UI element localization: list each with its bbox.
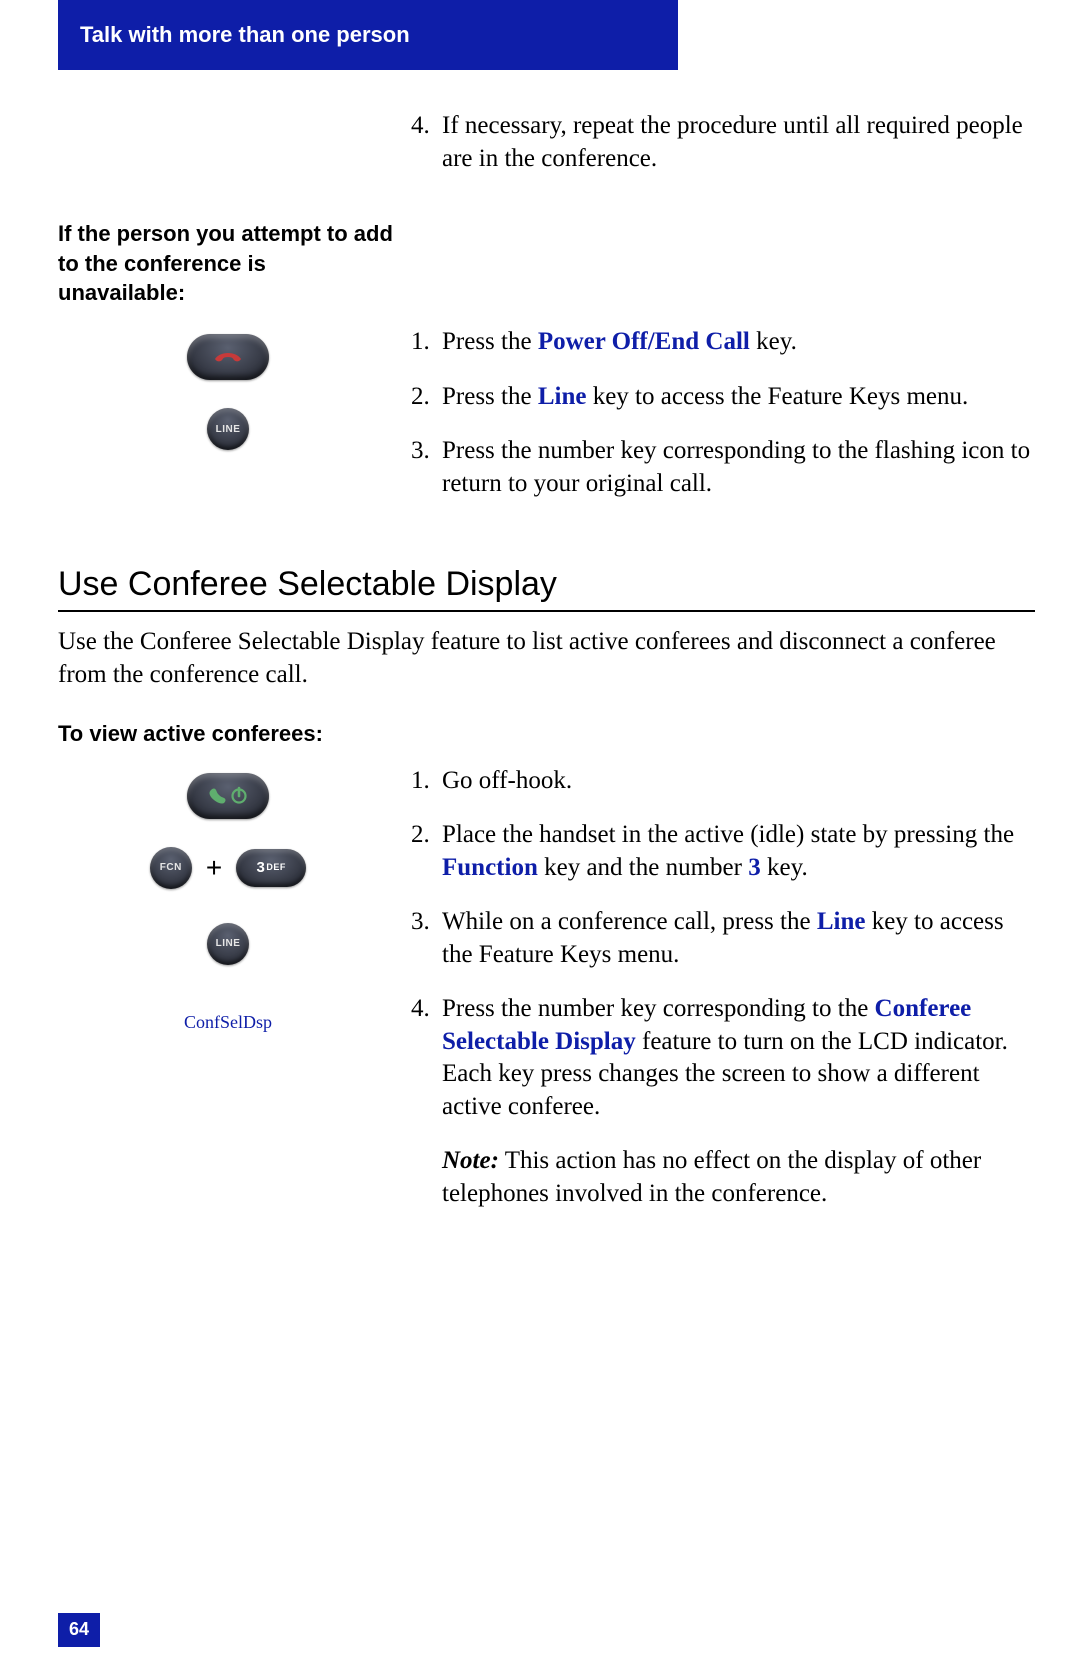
note-body: This action has no effect on the display… <box>442 1147 981 1207</box>
unavailable-step-3: Press the number key corresponding to th… <box>436 435 1035 500</box>
page-content: If necessary, repeat the procedure until… <box>58 110 1035 1210</box>
fcn-button-icon: FCN <box>150 847 192 889</box>
page-number: 64 <box>58 1613 100 1647</box>
txt: key. <box>761 854 808 881</box>
key3-sub: DEF <box>266 862 286 874</box>
view-step-1: Go off-hook. <box>436 765 1035 798</box>
header-title: Talk with more than one person <box>80 21 410 50</box>
em: Line <box>538 383 587 410</box>
view-step-4: Press the number key corresponding to th… <box>436 993 1035 1123</box>
fcn-plus-3-row: FCN + 3 DEF <box>150 847 306 889</box>
hangup-icon <box>211 347 245 367</box>
page-header: Talk with more than one person <box>58 0 678 70</box>
view-step-3: While on a conference call, press the Li… <box>436 906 1035 971</box>
feature-name-label: ConfSelDsp <box>184 1011 272 1034</box>
note-label: Note: <box>442 1147 499 1174</box>
step-list-view: Go off-hook. Place the handset in the ac… <box>398 765 1035 1124</box>
unavailable-step-2: Press the Line key to access the Feature… <box>436 381 1035 414</box>
txt: Press the number key corresponding to th… <box>442 995 875 1022</box>
unavailable-heading: If the person you attempt to add to the … <box>58 219 398 308</box>
call-power-button-icon <box>187 773 269 819</box>
view-note: Note: This action has no effect on the d… <box>442 1145 1035 1210</box>
plus-sign: + <box>206 850 222 886</box>
txt: key. <box>750 328 797 355</box>
power-off-end-call-button-icon <box>187 334 269 380</box>
unavailable-step-1: Press the Power Off/End Call key. <box>436 326 1035 359</box>
view-step-2: Place the handset in the active (idle) s… <box>436 819 1035 884</box>
txt: Press the <box>442 383 538 410</box>
view-conferees-buttons: FCN + 3 DEF LINE ConfSelDsp <box>58 765 398 1034</box>
step4: If necessary, repeat the procedure until… <box>436 110 1035 175</box>
call-and-power-icon <box>205 784 251 808</box>
txt: Place the handset in the active (idle) s… <box>442 821 1014 848</box>
line-button-icon: LINE <box>207 408 249 450</box>
section-intro: Use the Conferee Selectable Display feat… <box>58 626 1035 691</box>
txt: Press the <box>442 328 538 355</box>
step-list-unavailable: Press the Power Off/End Call key. Press … <box>398 326 1035 500</box>
key3-num: 3 <box>257 858 266 878</box>
row-step4: If necessary, repeat the procedure until… <box>58 110 1035 197</box>
step-list-top: If necessary, repeat the procedure until… <box>398 110 1035 175</box>
view-conferees-steps: Go off-hook. Place the handset in the ac… <box>398 765 1035 1211</box>
row-view-conferees: FCN + 3 DEF LINE ConfSelDsp <box>58 765 1035 1211</box>
line-button-label: LINE <box>216 423 241 436</box>
right-step4: If necessary, repeat the procedure until… <box>398 110 1035 197</box>
section-heading: Use Conferee Selectable Display <box>58 562 1035 612</box>
unavailable-buttons: LINE <box>58 326 398 450</box>
row-unavailable: LINE Press the Power Off/End Call key. P… <box>58 326 1035 522</box>
button-stack-1: LINE <box>58 334 398 450</box>
txt: key to access the Feature Keys menu. <box>586 383 968 410</box>
em: Function <box>442 854 538 881</box>
manual-page: Talk with more than one person If necess… <box>0 0 1080 1669</box>
txt: key and the number <box>538 854 748 881</box>
em: 3 <box>748 854 761 881</box>
unavailable-steps: Press the Power Off/End Call key. Press … <box>398 326 1035 522</box>
fcn-button-label: FCN <box>160 861 182 874</box>
txt: While on a conference call, press the <box>442 908 817 935</box>
view-conferees-heading: To view active conferees: <box>58 719 1035 749</box>
em: Line <box>817 908 866 935</box>
line-button-icon-2: LINE <box>207 923 249 965</box>
line-button-label-2: LINE <box>216 937 241 950</box>
em: Power Off/End Call <box>538 328 750 355</box>
key-3-def-button-icon: 3 DEF <box>236 849 306 887</box>
button-stack-2: FCN + 3 DEF LINE ConfSelDsp <box>58 773 398 1034</box>
